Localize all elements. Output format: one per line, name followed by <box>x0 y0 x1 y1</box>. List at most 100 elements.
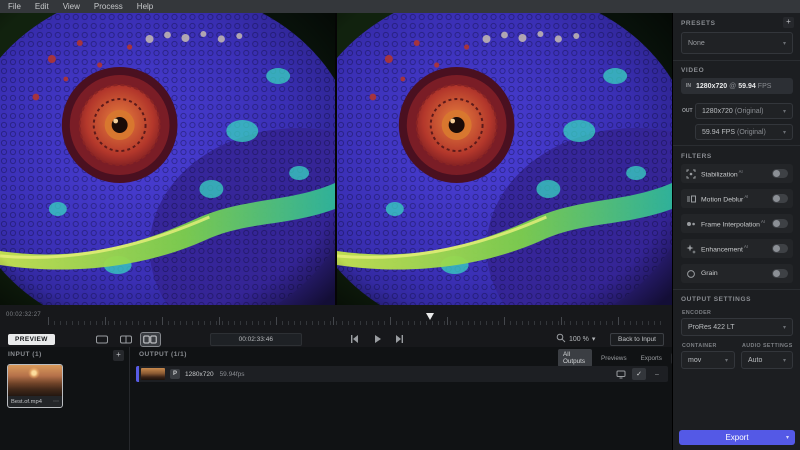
add-preset-button[interactable]: + <box>783 17 794 28</box>
filter-label: EnhancementAI <box>701 244 748 253</box>
view-mode-group <box>93 333 160 346</box>
input-file-name: Best.of.mp4 <box>11 399 42 405</box>
menu-edit[interactable]: Edit <box>35 2 49 11</box>
grain-icon <box>686 269 696 279</box>
output-resolution-select[interactable]: 1280x720 (Original) ▾ <box>695 103 793 119</box>
frame-interpolation-icon <box>686 219 696 229</box>
preview-pane-processed[interactable] <box>337 13 672 305</box>
output-panel: OUTPUT (1/1) All OutputsPreviewsExports↑… <box>131 347 672 450</box>
tab-exports[interactable]: Exports <box>636 353 667 364</box>
play-button[interactable] <box>371 333 383 345</box>
in-fps: 59.94 <box>738 83 756 90</box>
add-input-button[interactable]: + <box>113 350 124 361</box>
transport-controls <box>348 333 406 345</box>
preset-value: None <box>688 40 705 47</box>
view-single-button[interactable] <box>93 333 112 346</box>
chevron-down-icon: ▾ <box>783 40 786 47</box>
menu-bar: File Edit View Process Help <box>0 0 800 13</box>
preview-pane-original[interactable] <box>0 13 335 305</box>
out-fps-suffix: (Original) <box>737 129 766 136</box>
filter-stabilization[interactable]: StabilizationAI <box>681 164 793 183</box>
output-panel-title: OUTPUT (1/1) <box>139 351 187 358</box>
export-label: Export <box>725 433 748 442</box>
zoom-control[interactable]: 100 % ▾ <box>556 333 595 345</box>
more-options-icon[interactable]: ⋯ <box>53 398 59 405</box>
view-split-button[interactable] <box>117 333 136 346</box>
container-value: mov <box>688 357 701 364</box>
timeline-strip: 00:02:32:27 PREVIEW 00:02:33:46 100 % ▾ … <box>0 305 672 347</box>
filters-list: StabilizationAI Motion DeblurAI Frame Inte… <box>681 164 793 289</box>
select-output-check-icon[interactable]: ✓ <box>632 368 646 380</box>
encoder-select[interactable]: ProRes 422 LT ▾ <box>681 318 793 336</box>
enhancement-icon <box>686 244 696 254</box>
video-in-info[interactable]: IN 1280x720 @ 59.94 FPS <box>681 78 793 94</box>
container-select[interactable]: mov ▾ <box>681 351 735 369</box>
preview-area <box>0 13 672 305</box>
settings-sidebar: PRESETS + None ▾ VIDEO IN 1280x720 @ 59.… <box>672 13 800 450</box>
output-resolution: 1280x720 <box>185 371 214 378</box>
filter-grain[interactable]: Grain <box>681 264 793 283</box>
input-thumbnail-image <box>8 365 62 396</box>
filter-enhancement[interactable]: EnhancementAI <box>681 239 793 258</box>
presets-section-title: PRESETS <box>681 20 716 27</box>
chevron-down-icon: ▾ <box>783 129 786 136</box>
audio-select[interactable]: Auto ▾ <box>741 351 793 369</box>
in-fps-unit: FPS <box>758 83 772 90</box>
chevron-down-icon: ▾ <box>783 324 786 331</box>
input-panel-title: INPUT (1) <box>8 351 42 358</box>
grain-toggle[interactable] <box>772 269 788 278</box>
encoder-value: ProRes 422 LT <box>688 324 735 331</box>
timeline-start-timecode: 00:02:32:27 <box>6 312 41 318</box>
view-side-by-side-button[interactable] <box>141 333 160 346</box>
frame-interpolation-toggle[interactable] <box>772 219 788 228</box>
chevron-down-icon: ▾ <box>783 357 786 364</box>
export-button[interactable]: Export ▾ <box>679 430 795 445</box>
fullscreen-icon[interactable] <box>614 368 628 380</box>
motion-deblur-toggle[interactable] <box>772 194 788 203</box>
out-fps-value: 59.94 FPS <box>702 129 735 136</box>
output-row[interactable]: P 1280x720 59.94fps ✓ – <box>136 366 668 382</box>
stabilization-toggle[interactable] <box>772 169 788 178</box>
in-resolution: 1280x720 <box>696 83 727 90</box>
filter-label: StabilizationAI <box>701 169 743 178</box>
magnifier-icon <box>556 333 566 345</box>
chevron-down-icon: ▾ <box>725 357 728 364</box>
menu-view[interactable]: View <box>63 2 80 11</box>
menu-help[interactable]: Help <box>137 2 153 11</box>
output-fps-select[interactable]: 59.94 FPS (Original) ▾ <box>695 124 793 140</box>
filter-motion-deblur[interactable]: Motion DeblurAI <box>681 189 793 208</box>
tab-all-outputs[interactable]: All Outputs <box>558 349 592 367</box>
menu-process[interactable]: Process <box>94 2 123 11</box>
preview-button[interactable]: PREVIEW <box>8 334 55 345</box>
chevron-down-icon: ▾ <box>783 108 786 115</box>
current-timecode-field[interactable]: 00:02:33:46 <box>210 333 302 346</box>
filter-label: Grain <box>701 270 718 277</box>
preset-select[interactable]: None ▾ <box>681 32 793 54</box>
previous-frame-button[interactable] <box>348 333 360 345</box>
chevron-down-icon: ▾ <box>786 434 789 441</box>
preview-badge: P <box>170 369 180 379</box>
bottom-panels: INPUT (1) + Best.of.mp4 ⋯ OUTPUT (1/1) A… <box>0 347 672 450</box>
video-section-title: VIDEO <box>681 67 704 74</box>
playhead-marker[interactable] <box>426 313 434 320</box>
enhancement-toggle[interactable] <box>772 244 788 253</box>
input-clip-thumbnail[interactable]: Best.of.mp4 ⋯ <box>8 365 62 407</box>
tab-previews[interactable]: Previews <box>596 353 632 364</box>
filters-section-title: FILTERS <box>681 153 712 160</box>
filter-label: Motion DeblurAI <box>701 194 748 203</box>
motion-deblur-icon <box>686 194 696 204</box>
input-panel: INPUT (1) + Best.of.mp4 ⋯ <box>0 347 130 450</box>
next-frame-button[interactable] <box>394 333 406 345</box>
back-to-input-button[interactable]: Back to Input <box>610 333 664 346</box>
encoder-label: ENCODER <box>682 310 711 316</box>
remove-output-button[interactable]: – <box>650 368 664 380</box>
output-thumbnail-image <box>141 368 165 380</box>
container-label: CONTAINER <box>682 343 717 349</box>
timeline-ruler[interactable] <box>48 317 664 325</box>
out-resolution-suffix: (Original) <box>735 108 764 115</box>
stabilization-icon <box>686 169 696 179</box>
output-fps: 59.94fps <box>220 371 245 378</box>
audio-settings-label: AUDIO SETTINGS <box>742 343 793 349</box>
filter-frame-interpolation[interactable]: Frame InterpolationAI <box>681 214 793 233</box>
menu-file[interactable]: File <box>8 2 21 11</box>
